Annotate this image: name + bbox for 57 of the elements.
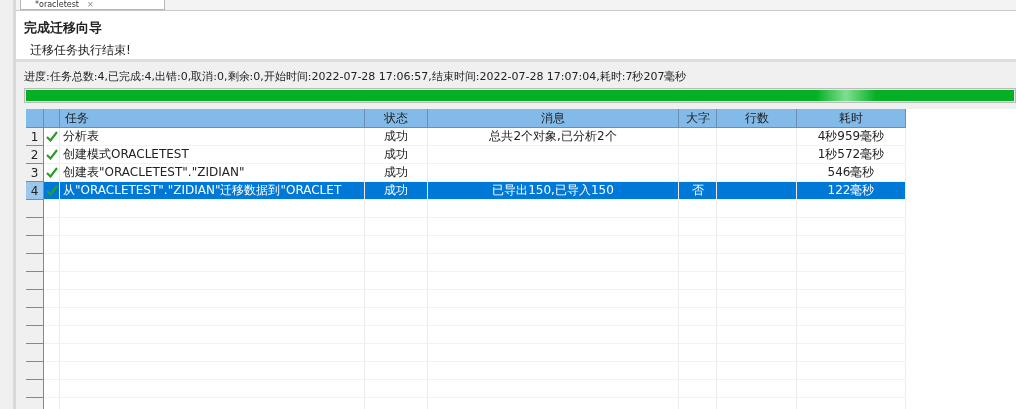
table-cell: 创建表"ORACLETEST"."ZIDIAN" xyxy=(63,164,245,181)
empty-cell xyxy=(44,326,60,344)
row-header xyxy=(26,326,44,344)
table-cell: 成功 xyxy=(384,182,408,199)
empty-cell xyxy=(44,218,60,236)
empty-cell xyxy=(44,254,60,272)
table-row[interactable]: 4 从"ORACLETEST"."ZIDIAN"迁移数据到"ORACLET 成功 已导出150,已导入150 否 122毫秒 xyxy=(26,182,1016,200)
wizard-title: 完成迁移向导 xyxy=(24,19,103,37)
row-number: 4 xyxy=(26,182,44,200)
column-header[interactable]: 消息 xyxy=(428,109,679,128)
row-header xyxy=(26,236,44,254)
table-cell: 546毫秒 xyxy=(827,164,875,181)
row-header xyxy=(26,254,44,272)
table-cell: 1秒572毫秒 xyxy=(817,146,885,163)
empty-cell xyxy=(365,200,428,218)
table-cell: 创建模式ORACLETEST xyxy=(63,146,189,163)
empty-cell xyxy=(44,272,60,290)
row-number: 2 xyxy=(26,146,44,164)
table-cell: 已导出150,已导入150 xyxy=(492,182,614,199)
table-cell: 122毫秒 xyxy=(827,182,875,199)
column-header[interactable]: 耗时 xyxy=(797,109,906,128)
progress-summary: 进度:任务总数:4,已完成:4,出错:0,取消:0,剩余:0,开始时间:2022-07-28 17:06:57,结束时间:2022-07-28 17:07:04,耗时:7秒207毫秒 xyxy=(24,69,688,85)
table-cell: 成功 xyxy=(384,128,408,145)
row-header xyxy=(26,362,44,380)
empty-cell xyxy=(44,308,60,326)
table-row[interactable]: 1 分析表 成功 总共2个对象,已分析2个 4秒959毫秒 xyxy=(26,128,1016,146)
table-cell: 4秒959毫秒 xyxy=(817,128,885,145)
row-header xyxy=(26,308,44,326)
wizard-message: 迁移任务执行结束! xyxy=(29,42,132,59)
row-number: 1 xyxy=(26,128,44,146)
table-row[interactable]: 2 创建模式ORACLETEST 成功 1秒572毫秒 xyxy=(26,146,1016,164)
empty-cell xyxy=(44,380,60,398)
column-header[interactable]: 行数 xyxy=(717,109,797,128)
column-header[interactable]: 任务 xyxy=(60,109,365,128)
header-cell xyxy=(44,109,60,128)
row-header xyxy=(26,344,44,362)
row-header xyxy=(26,218,44,236)
editor-tab[interactable]: *oracletest × xyxy=(20,0,165,10)
row-number: 3 xyxy=(26,164,44,182)
table-cell: 成功 xyxy=(384,164,408,181)
table-cell: 分析表 xyxy=(63,128,99,145)
empty-cell xyxy=(44,290,60,308)
column-header[interactable]: 大字 xyxy=(679,109,717,128)
close-icon[interactable]: × xyxy=(87,0,94,9)
empty-cell xyxy=(679,200,717,218)
empty-cell xyxy=(44,236,60,254)
row-header xyxy=(26,290,44,308)
row-header xyxy=(26,272,44,290)
row-header xyxy=(26,200,44,218)
table-cell: 成功 xyxy=(384,146,408,163)
column-header[interactable]: 状态 xyxy=(365,109,428,128)
table-cell: 否 xyxy=(691,182,704,199)
table-cell: 从"ORACLETEST"."ZIDIAN"迁移数据到"ORACLET xyxy=(63,182,342,199)
empty-cell xyxy=(44,362,60,380)
header-cell xyxy=(26,109,44,128)
empty-cell xyxy=(44,344,60,362)
table-cell: 总共2个对象,已分析2个 xyxy=(489,128,617,145)
